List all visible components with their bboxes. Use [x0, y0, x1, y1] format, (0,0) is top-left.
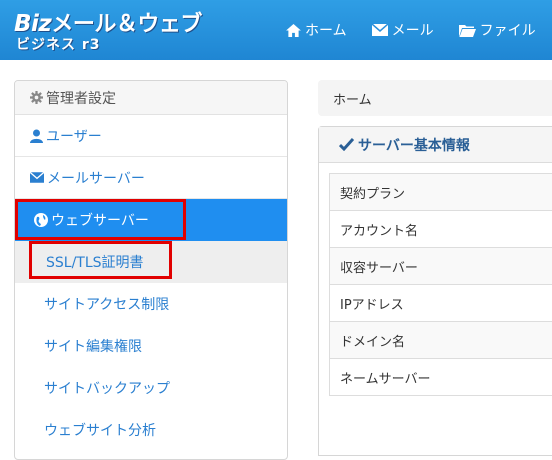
logo[interactable]: Bizメール＆ウェブ ビジネス r3: [14, 6, 229, 52]
logo-subtitle: ビジネス r3: [16, 34, 101, 54]
nav-mail[interactable]: メール: [372, 20, 434, 40]
sidebar-subitem-site-analytics[interactable]: ウェブサイト分析: [15, 409, 287, 451]
sidebar-subitem-label: サイト編集権限: [44, 336, 142, 356]
nav-mail-label: メール: [392, 20, 434, 40]
app-header: Bizメール＆ウェブ ビジネス r3 ホーム メール ファイル: [0, 0, 552, 60]
envelope-icon: [372, 24, 388, 36]
breadcrumb-home[interactable]: ホーム: [333, 89, 372, 108]
highlight-ssl-tls: [29, 241, 172, 279]
table-row: ネームサーバー: [330, 359, 552, 396]
server-info-table: 契約プラン アカウント名 収容サーバー IPアドレス ドメイン名 ネームサーバー: [329, 173, 552, 396]
sidebar-heading: 管理者設定: [15, 81, 287, 115]
gear-icon: [30, 91, 43, 104]
sidebar-subitem-site-backup[interactable]: サイトバックアップ: [15, 367, 287, 409]
table-row: アカウント名: [330, 211, 552, 248]
sidebar-subitem-label: ウェブサイト分析: [44, 420, 156, 440]
sidebar-subitem-label: サイトアクセス制限: [44, 294, 169, 314]
row-label-plan: 契約プラン: [330, 174, 552, 211]
sidebar-item-users[interactable]: ユーザー: [15, 115, 287, 157]
top-nav: ホーム メール ファイル: [286, 0, 552, 60]
table-row: ドメイン名: [330, 322, 552, 359]
panel-title-label: サーバー基本情報: [358, 135, 470, 155]
sidebar-heading-label: 管理者設定: [46, 88, 116, 108]
envelope-icon: [30, 172, 44, 183]
sidebar-subitem-site-edit[interactable]: サイト編集権限: [15, 325, 287, 367]
panel-title: サーバー基本情報: [319, 127, 552, 163]
table-row: IPアドレス: [330, 285, 552, 322]
nav-home[interactable]: ホーム: [286, 20, 347, 40]
row-label-nameserver: ネームサーバー: [330, 359, 552, 396]
sidebar-item-label: メールサーバー: [47, 168, 145, 188]
server-info-panel: サーバー基本情報 契約プラン アカウント名 収容サーバー IPアドレス ドメイン…: [318, 126, 552, 456]
sidebar-item-label: ユーザー: [46, 126, 102, 146]
row-label-account: アカウント名: [330, 211, 552, 248]
nav-home-label: ホーム: [305, 20, 347, 40]
user-icon: [30, 129, 43, 143]
folder-icon: [459, 24, 476, 37]
breadcrumb: ホーム: [318, 80, 552, 116]
highlight-web-server: [15, 199, 186, 240]
table-row: 収容サーバー: [330, 248, 552, 285]
row-label-host-server: 収容サーバー: [330, 248, 552, 285]
sidebar-subitem-label: サイトバックアップ: [44, 378, 170, 398]
nav-file-label: ファイル: [480, 20, 536, 40]
checkmark-icon: [339, 138, 354, 151]
row-label-domain: ドメイン名: [330, 322, 552, 359]
row-label-ip-address: IPアドレス: [330, 285, 552, 322]
nav-file[interactable]: ファイル: [459, 20, 536, 40]
sidebar-item-mail-server[interactable]: メールサーバー: [15, 157, 287, 199]
sidebar-subitem-site-access[interactable]: サイトアクセス制限: [15, 283, 287, 325]
table-row: 契約プラン: [330, 174, 552, 211]
home-icon: [286, 24, 301, 37]
